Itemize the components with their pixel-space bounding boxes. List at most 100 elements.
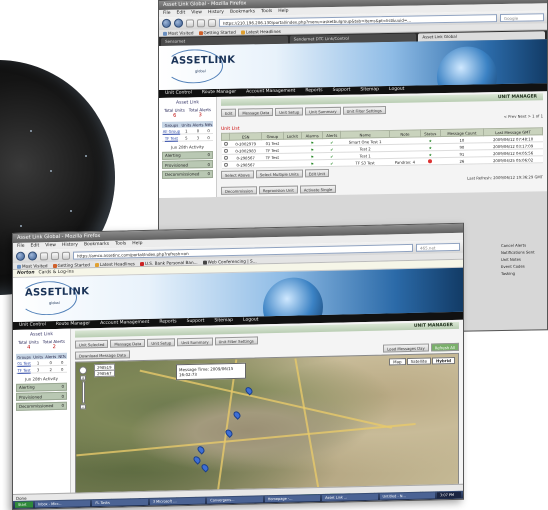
taskbar-item[interactable]: Inbox - Micr... <box>35 500 91 508</box>
group-cell <box>261 160 284 168</box>
home-icon[interactable] <box>62 251 70 260</box>
zoom-control[interactable]: + − <box>79 366 87 410</box>
group-link[interactable]: 01 Test <box>17 360 31 365</box>
bookmark-latest-headlines[interactable]: Latest Headlines <box>94 260 135 268</box>
status-provisioned[interactable]: Provisioned 0 <box>162 160 213 169</box>
taskbar-item[interactable]: Asset Link ... <box>322 493 378 501</box>
pan-icon[interactable] <box>79 366 87 375</box>
download-message-data-button[interactable]: Download Message Data <box>75 350 130 360</box>
back-icon[interactable] <box>16 251 25 261</box>
row-checkbox[interactable] <box>223 155 228 160</box>
menu-file[interactable]: File <box>17 243 25 250</box>
map-view[interactable]: + − 298519 298567 Message Time: 2009/06/… <box>75 352 459 496</box>
taskbar-item[interactable]: 3 Microsoft ... <box>149 497 206 505</box>
total-alerts-value: 2 <box>52 344 56 351</box>
bookmark-getting-started[interactable]: Getting Started <box>198 29 236 36</box>
unit-summary-button[interactable]: Unit Summary <box>305 106 341 116</box>
map-type-hybrid[interactable]: Hybrid <box>431 356 455 365</box>
forward-icon[interactable] <box>174 18 183 28</box>
zoom-out-icon[interactable]: − <box>80 404 86 410</box>
reprovision-button[interactable]: Reprovision Unit <box>258 185 298 195</box>
menu-help[interactable]: Help <box>278 8 288 15</box>
group-link[interactable]: TF Test <box>165 135 178 140</box>
start-button[interactable]: Start <box>15 501 33 508</box>
menu-file[interactable]: File <box>163 10 171 17</box>
menu-bookmarks[interactable]: Bookmarks <box>230 8 255 15</box>
menu-tools[interactable]: Tools <box>115 240 126 247</box>
unit-filter-settings-button[interactable]: Unit Filter Settings <box>342 106 386 115</box>
refresh-all-button[interactable]: Refresh All <box>430 342 459 352</box>
bookmark-most-visited[interactable]: Most Visited <box>163 29 194 36</box>
unit-selected-button[interactable]: Unit Selected <box>75 339 109 349</box>
edit-button[interactable]: Edit <box>221 108 237 117</box>
taskbar-item[interactable]: Untitled - N... <box>379 492 435 500</box>
bookmark-most-visited[interactable]: Most Visited <box>17 262 48 269</box>
select-above-button[interactable]: Select Above <box>221 170 254 179</box>
reload-icon[interactable] <box>40 251 48 260</box>
map-marker[interactable] <box>192 454 202 465</box>
group-link[interactable]: TF Test <box>17 367 30 372</box>
zoom-in-icon[interactable]: + <box>80 375 86 381</box>
decommission-button[interactable]: Decommission <box>221 186 257 195</box>
group-link[interactable]: All Group <box>163 128 180 133</box>
menu-edit[interactable]: Edit <box>177 10 186 17</box>
unit-field-2[interactable]: 298567 <box>94 369 115 378</box>
bookmark-web-conferencing[interactable]: Web Conferencing | S... <box>202 257 257 265</box>
row-checkbox[interactable] <box>223 141 228 146</box>
zoom-slider[interactable] <box>81 381 85 404</box>
menu-view[interactable]: View <box>45 242 56 249</box>
row-checkbox[interactable] <box>223 162 228 167</box>
message-data-button[interactable]: Message Data <box>110 338 146 348</box>
group-ntfs: 0 <box>57 365 67 373</box>
edit-unit-button[interactable]: Edit Unit <box>304 169 330 178</box>
status-alerting[interactable]: Alerting 0 <box>162 150 213 160</box>
map-type-satellite[interactable]: Satellite <box>406 357 431 366</box>
menu-help[interactable]: Help <box>132 240 142 247</box>
menu-history[interactable]: History <box>208 9 224 16</box>
load-messages-button[interactable]: Load Messages Day <box>383 343 429 353</box>
message-data-button[interactable]: Message Data <box>238 107 274 117</box>
count-cell: 26 <box>440 156 484 165</box>
map-marker[interactable] <box>196 444 206 455</box>
menu-history[interactable]: History <box>62 242 78 249</box>
status-provisioned[interactable]: Provisioned 0 <box>16 391 67 401</box>
menu-view[interactable]: View <box>191 9 202 16</box>
bookmark-latest-headlines[interactable]: Latest Headlines <box>240 28 281 35</box>
unit-summary-button[interactable]: Unit Summary <box>177 337 213 347</box>
nav-logout[interactable]: Logout <box>389 86 404 94</box>
menu-tools[interactable]: Tools <box>261 8 272 15</box>
unit-setup-button[interactable]: Unit Setup <box>147 338 176 347</box>
status-decommissioned[interactable]: Decommissioned 0 <box>16 401 67 411</box>
right-panel: Cancel Alerts Notifications Sent Unit No… <box>501 241 545 277</box>
bookmark-getting-started[interactable]: Getting Started <box>52 261 90 269</box>
taskbar-item[interactable]: Homepage -... <box>264 495 321 503</box>
home-icon[interactable] <box>208 18 216 27</box>
search-input[interactable]: Google <box>500 12 544 22</box>
row-checkbox[interactable] <box>223 148 228 153</box>
sidebar: Asset Link Total Units Total Alerts 4 2 … <box>13 328 71 500</box>
tasking-link[interactable]: Tasking <box>501 269 545 277</box>
unit-filter-settings-button[interactable]: Unit Filter Settings <box>214 336 258 346</box>
menu-bookmarks[interactable]: Bookmarks <box>84 241 109 249</box>
total-units-value: 6 <box>173 112 177 119</box>
activate-single-button[interactable]: Activate Single <box>299 184 337 194</box>
forward-icon[interactable] <box>28 251 37 261</box>
app-content: Asset Link Total Units Total Alerts 6 3 … <box>159 91 547 276</box>
status-decommissioned[interactable]: Decommissioned 0 <box>162 169 213 179</box>
taskbar-item[interactable]: Convergens... <box>207 496 263 504</box>
status-alerting[interactable]: Alerting 0 <box>16 382 67 392</box>
stop-icon[interactable] <box>197 18 205 27</box>
norton-cards-button[interactable]: Cards & Log-ins <box>39 269 74 277</box>
menu-edit[interactable]: Edit <box>31 242 40 249</box>
back-icon[interactable] <box>162 18 171 28</box>
taskbar-item[interactable]: FL Tasks <box>92 498 148 507</box>
search-input[interactable]: 465.net <box>416 242 460 252</box>
map-marker[interactable] <box>232 409 242 420</box>
map-marker[interactable] <box>200 462 210 473</box>
map-type-map[interactable]: Map <box>389 358 406 366</box>
select-multiple-button[interactable]: Select Multiple Units <box>255 169 303 179</box>
unit-setup-button[interactable]: Unit Setup <box>275 107 304 116</box>
units-col: Units <box>32 353 45 360</box>
reload-icon[interactable] <box>186 18 194 28</box>
stop-icon[interactable] <box>51 251 59 260</box>
